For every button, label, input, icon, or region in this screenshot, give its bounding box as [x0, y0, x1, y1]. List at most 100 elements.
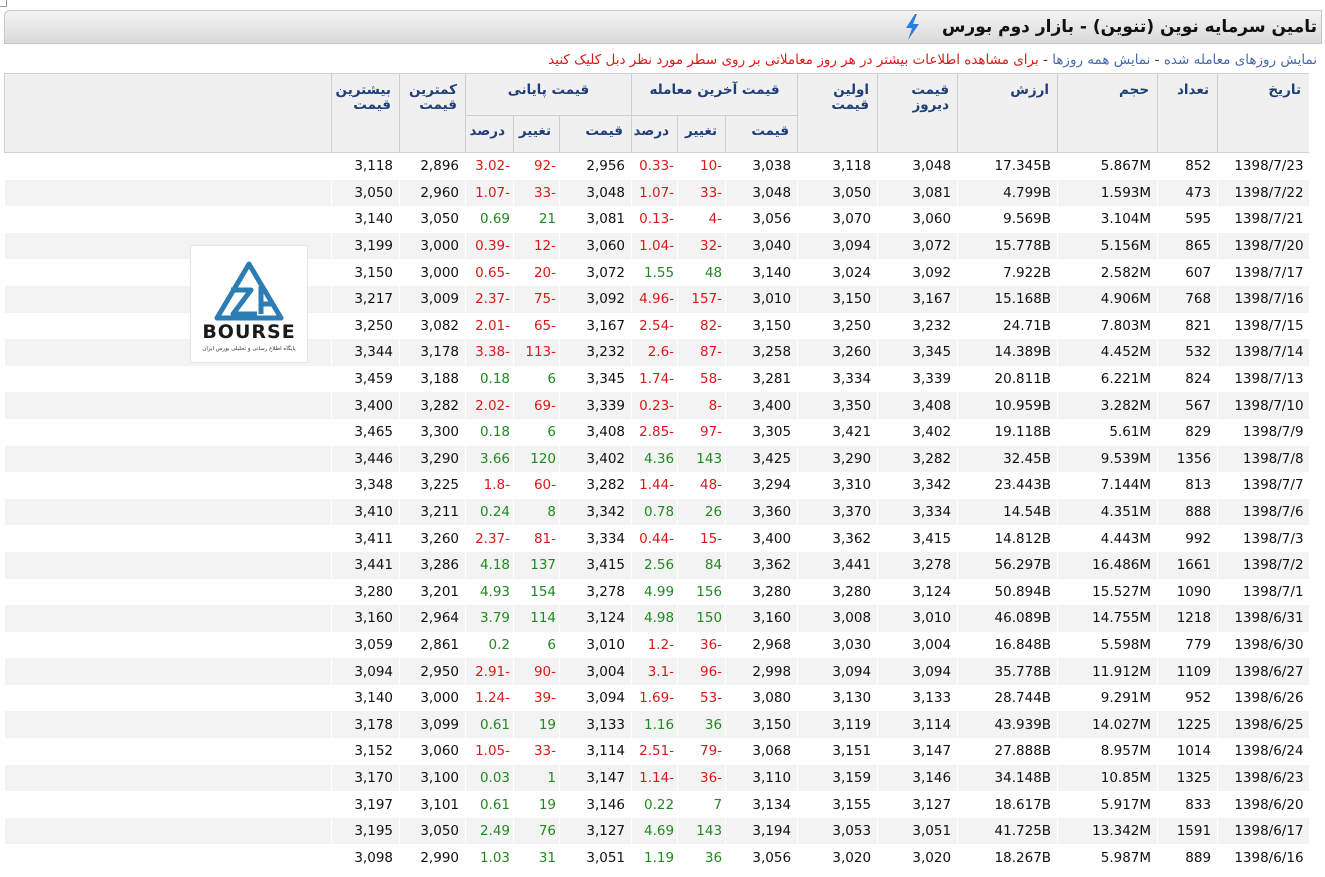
cell-filler: [5, 366, 332, 393]
col-filler: [4, 73, 332, 153]
cell-filler: [4, 498, 332, 526]
cell-filler: [5, 525, 332, 552]
cell-last-change: -87: [677, 339, 726, 366]
cell-count: 821: [1185, 317, 1212, 334]
cell-date: 1398/6/31: [1217, 605, 1309, 632]
cell-high-price: 3,098: [354, 849, 393, 866]
history-grid-container[interactable]: BOURSE پایگاه اطلاع رسانی و تحلیلی بورس …: [4, 73, 1309, 877]
cell-close-price: 3,282: [586, 477, 626, 494]
cell-date: 1398/6/16: [1234, 849, 1304, 866]
cell-volume: 14.755M: [1057, 605, 1158, 632]
cell-close-change: 31: [538, 849, 557, 866]
cell-close-price: 3,010: [586, 636, 626, 653]
cell-value: 28.744B: [994, 690, 1052, 707]
cell-prev-price: 3,004: [912, 636, 952, 653]
table-row[interactable]: 1398/7/8 1356 9.539M 32.45B 3,282 3,290 3,425 1…: [4, 445, 1309, 473]
cell-low-price: 2,861: [420, 636, 459, 653]
link-traded-days[interactable]: نمایش روزهای معامله شده: [1164, 52, 1317, 68]
cell-date: 1398/7/9: [1242, 424, 1304, 441]
cell-first-price: 3,050: [797, 179, 878, 207]
cell-last-percent: -4.96: [631, 285, 678, 313]
col-count[interactable]: تعداد: [1157, 73, 1219, 153]
cell-last-change: -4: [708, 211, 723, 228]
cell-filler: [5, 685, 332, 712]
table-row[interactable]: 1398/7/21 595 3.104M 9.569B 3,060 3,070 3,056 -…: [5, 206, 1310, 233]
cell-close-price: 3,408: [586, 424, 626, 441]
table-row[interactable]: 1398/7/3 992 4.443M 14.812B 3,415 3,362 3,400 -…: [5, 525, 1310, 552]
cell-close-percent: 0.18: [479, 424, 511, 441]
table-row[interactable]: 1398/7/10 567 3.282M 10.959B 3,408 3,350 3,400…: [4, 392, 1309, 419]
cell-filler: [5, 419, 332, 446]
table-row[interactable]: 1398/7/6 888 4.351M 14.54B 3,334 3,370 3,360 26…: [4, 498, 1309, 526]
table-row[interactable]: 1398/7/22 473 1.593M 4.799B 3,081 3,050 3,048-…: [4, 179, 1309, 207]
cell-last-change: -97: [699, 424, 723, 441]
cell-close-price: 3,114: [586, 743, 626, 760]
table-row[interactable]: 1398/6/25 1225 14.027M 43.939B 3,114 3,119 3,1…: [4, 711, 1309, 739]
cell-value: 35.778B: [957, 658, 1058, 685]
cell-prev-price: 3,092: [912, 264, 952, 281]
col-close-percent[interactable]: درصد: [464, 115, 515, 153]
cell-prev-price: 3,334: [877, 498, 958, 526]
cell-last-change: 36: [677, 711, 726, 739]
table-row[interactable]: 1398/6/20 833 5.917M 18.617B 3,127 3,155 3,134…: [5, 791, 1310, 818]
table-row[interactable]: 1398/7/1 1090 15.527M 50.894B 3,124 3,280 3,28…: [5, 579, 1310, 606]
cell-volume: 8.957M: [1100, 743, 1152, 760]
cell-volume: 3.104M: [1100, 211, 1152, 228]
cell-last-percent: -0.13: [639, 211, 675, 228]
cell-first-price: 3,441: [797, 551, 878, 579]
table-row[interactable]: 1398/6/16 889 5.987M 18.267B 3,020 3,020 3,056…: [5, 844, 1310, 871]
table-row[interactable]: 1398/6/24 1014 8.957M 27.888B 3,147 3,151 3,06…: [5, 738, 1310, 765]
table-row[interactable]: 1398/6/31 1218 14.755M 46.089B 3,010 3,008 3,1…: [4, 605, 1309, 632]
cell-filler: [5, 153, 332, 180]
cell-last-price: 3,281: [752, 371, 792, 388]
cell-first-price: 3,334: [832, 371, 872, 388]
cell-last-percent: -0.33: [639, 158, 675, 175]
col-low-price[interactable]: کمترین قیمت: [399, 73, 466, 153]
notice-bar: نمایش روزهای معامله شده - نمایش همه روزه…: [548, 52, 1317, 68]
cell-last-change: -96: [677, 658, 726, 685]
cell-count: 1225: [1157, 711, 1218, 739]
table-row[interactable]: 1398/6/26 952 9.291M 28.744B 3,133 3,130 3,080…: [5, 685, 1310, 712]
cell-last-price: 3,110: [725, 764, 798, 792]
cell-value: 16.848B: [994, 636, 1052, 653]
cell-value: 14.812B: [994, 530, 1052, 547]
table-row[interactable]: 1398/6/23 1325 10.85M 34.148B 3,146 3,159 3,11…: [4, 764, 1309, 792]
cell-close-price: 3,339: [559, 392, 632, 419]
link-all-days[interactable]: نمایش همه روزها: [1052, 52, 1150, 68]
cell-low-price: 2,960: [399, 179, 466, 207]
cell-close-percent: 3.79: [465, 605, 514, 632]
cell-first-price: 3,155: [832, 796, 872, 813]
cell-count: 952: [1185, 690, 1212, 707]
table-row[interactable]: 1398/6/27 1109 11.912M 35.778B 3,094 3,094 2,9…: [4, 658, 1309, 685]
table-row[interactable]: 1398/7/23 852 5.867M 17.345B 3,048 3,118 3,038…: [5, 153, 1310, 180]
table-row[interactable]: 1398/7/9 829 5.61M 19.118B 3,402 3,421 3,305 -9…: [5, 419, 1310, 446]
col-last-price[interactable]: قیمت: [725, 115, 799, 153]
col-close-change[interactable]: تغییر: [513, 115, 561, 153]
cell-last-percent: -1.69: [639, 690, 675, 707]
cell-last-percent: -1.74: [639, 371, 675, 388]
table-row[interactable]: 1398/7/13 824 6.221M 20.811B 3,339 3,334 3,281…: [5, 366, 1310, 393]
col-first-price[interactable]: اولین قیمت: [797, 73, 879, 153]
cell-last-change: 156: [696, 583, 723, 600]
col-volume[interactable]: حجم: [1057, 73, 1159, 153]
table-row[interactable]: 1398/7/2 1661 16.486M 56.297B 3,278 3,441 3,36…: [4, 551, 1309, 579]
col-close-price[interactable]: قیمت: [559, 115, 633, 153]
cell-low-price: 3,225: [420, 477, 459, 494]
cell-volume: 11.912M: [1057, 658, 1158, 685]
cell-count: 1325: [1157, 764, 1218, 792]
cell-last-change: -32: [677, 232, 726, 260]
cell-close-price: 3,124: [559, 605, 632, 632]
table-row[interactable]: 1398/7/7 813 7.144M 23.443B 3,342 3,310 3,294 -…: [5, 472, 1310, 499]
col-last-change[interactable]: تغییر: [677, 115, 727, 153]
cell-first-price: 3,250: [832, 317, 872, 334]
col-prev-price[interactable]: قیمت دیروز: [877, 73, 959, 153]
col-high-price[interactable]: بیشترین قیمت: [331, 73, 400, 153]
table-row[interactable]: 1398/6/17 1591 13.342M 41.725B 3,051 3,053 3,1…: [4, 817, 1309, 845]
col-last-percent[interactable]: درصد: [631, 115, 679, 153]
col-date[interactable]: تاریخ: [1217, 73, 1309, 153]
cell-value: 14.54B: [957, 498, 1058, 526]
cell-last-percent: -3.1: [631, 658, 678, 685]
cell-date: 1398/6/26: [1234, 690, 1304, 707]
col-value[interactable]: ارزش: [957, 73, 1059, 153]
table-row[interactable]: 1398/6/30 779 5.598M 16.848B 3,004 3,030 2,968…: [5, 632, 1310, 659]
